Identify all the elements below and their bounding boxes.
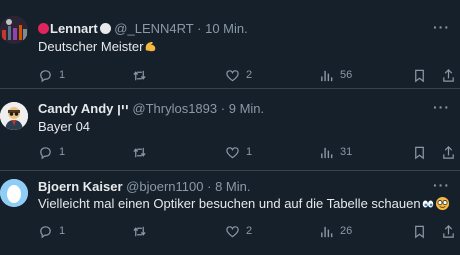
tweet-header: Candy Andy יין @Thrylos1893 · 9 Min.: [38, 101, 420, 117]
bookmark-icon: [415, 146, 424, 159]
tweet-text-content: Deutscher Meister: [38, 39, 144, 54]
views-count: 26: [340, 225, 353, 237]
tweet-text-content: Vielleicht mal einen Optiker besuchen un…: [38, 196, 421, 211]
share-button[interactable]: [441, 143, 460, 161]
bookmark-button[interactable]: [412, 143, 433, 161]
tweet-text: Vielleicht mal einen Optiker besuchen un…: [38, 196, 450, 215]
retweet-button[interactable]: [132, 66, 153, 84]
author-name[interactable]: Bjoern Kaiser: [38, 179, 123, 194]
tweet-header: Lennart @_LENN4RT · 10 Min.: [38, 21, 420, 37]
avatar[interactable]: [0, 102, 28, 130]
reply-button[interactable]: 1: [38, 143, 65, 161]
flexed-biceps-emoji: [143, 39, 158, 58]
analytics-icon: [321, 147, 333, 158]
retweet-icon: [133, 226, 146, 236]
author-name[interactable]: Candy Andy: [38, 101, 113, 116]
separator: ·: [207, 179, 212, 194]
tweet-actions: 1 2 56: [38, 66, 458, 84]
reply-icon: [40, 146, 51, 159]
avatar[interactable]: [0, 16, 28, 44]
bookmark-icon: [415, 69, 424, 82]
retweet-button[interactable]: [132, 222, 153, 240]
like-button[interactable]: 2: [225, 222, 252, 240]
reply-button[interactable]: 1: [38, 66, 65, 84]
reply-icon: [40, 69, 51, 82]
retweet-button[interactable]: [132, 143, 153, 161]
tweet-text-content: Bayer 04: [38, 119, 91, 134]
heart-icon: [226, 225, 239, 237]
heart-icon: [226, 69, 239, 81]
share-icon: [443, 68, 454, 82]
retweet-icon: [133, 70, 146, 80]
more-options-icon[interactable]: ···: [433, 177, 450, 193]
timestamp[interactable]: 8 Min.: [215, 179, 250, 194]
like-button[interactable]: 1: [225, 143, 252, 161]
more-options-icon[interactable]: ···: [433, 99, 450, 115]
views-count: 31: [340, 146, 353, 158]
white-circle-emoji: [99, 23, 111, 34]
views-button[interactable]: 31: [319, 143, 352, 161]
author-handle[interactable]: @Thrylos1893: [132, 101, 217, 116]
tweet[interactable]: Bjoern Kaiser @bjoern1100 · 8 Min. ··· V…: [0, 171, 460, 255]
share-icon: [443, 224, 454, 238]
reply-count: 1: [59, 69, 66, 81]
tweet-text: Deutscher Meister: [38, 39, 158, 58]
reply-icon: [40, 225, 51, 238]
like-count: 1: [246, 146, 253, 158]
timeline-feed: Lennart @_LENN4RT · 10 Min. ··· Deutsche…: [0, 0, 460, 255]
like-count: 2: [246, 69, 253, 81]
author-handle[interactable]: @bjoern1100: [126, 179, 203, 194]
timestamp[interactable]: 10 Min.: [205, 21, 248, 36]
avatar[interactable]: [0, 179, 28, 207]
share-button[interactable]: [441, 222, 460, 240]
views-button[interactable]: 56: [319, 66, 352, 84]
eyes-emoji: [421, 197, 435, 215]
share-icon: [443, 145, 454, 159]
analytics-icon: [321, 70, 333, 81]
tweet[interactable]: Candy Andy יין @Thrylos1893 · 9 Min. ···…: [0, 89, 460, 171]
tweet-text: Bayer 04: [38, 119, 90, 135]
separator: ·: [197, 21, 202, 36]
like-button[interactable]: 2: [225, 66, 252, 84]
tweet-actions: 1 2 26: [38, 222, 458, 240]
author-name-suffix: יין: [116, 101, 129, 116]
views-count: 56: [340, 69, 353, 81]
share-button[interactable]: [441, 66, 460, 84]
like-count: 2: [246, 225, 253, 237]
tweet-actions: 1 1 31: [38, 143, 458, 161]
reply-count: 1: [59, 146, 66, 158]
red-circle-emoji: [38, 23, 49, 34]
retweet-icon: [133, 147, 146, 157]
tweet-header: Bjoern Kaiser @bjoern1100 · 8 Min.: [38, 179, 420, 195]
reply-count: 1: [59, 225, 66, 237]
views-button[interactable]: 26: [319, 222, 352, 240]
author-handle[interactable]: @_LENN4RT: [114, 21, 193, 36]
analytics-icon: [321, 226, 333, 237]
author-name[interactable]: Lennart: [50, 21, 98, 36]
reply-button[interactable]: 1: [38, 222, 65, 240]
bookmark-button[interactable]: [412, 222, 433, 240]
tweet[interactable]: Lennart @_LENN4RT · 10 Min. ··· Deutsche…: [0, 0, 460, 89]
heart-icon: [226, 146, 239, 158]
nerd-face-emoji: [435, 196, 450, 215]
separator: ·: [220, 101, 226, 116]
timestamp[interactable]: 9 Min.: [229, 101, 264, 116]
more-options-icon[interactable]: ···: [433, 19, 450, 35]
bookmark-icon: [415, 225, 424, 238]
bookmark-button[interactable]: [412, 66, 433, 84]
